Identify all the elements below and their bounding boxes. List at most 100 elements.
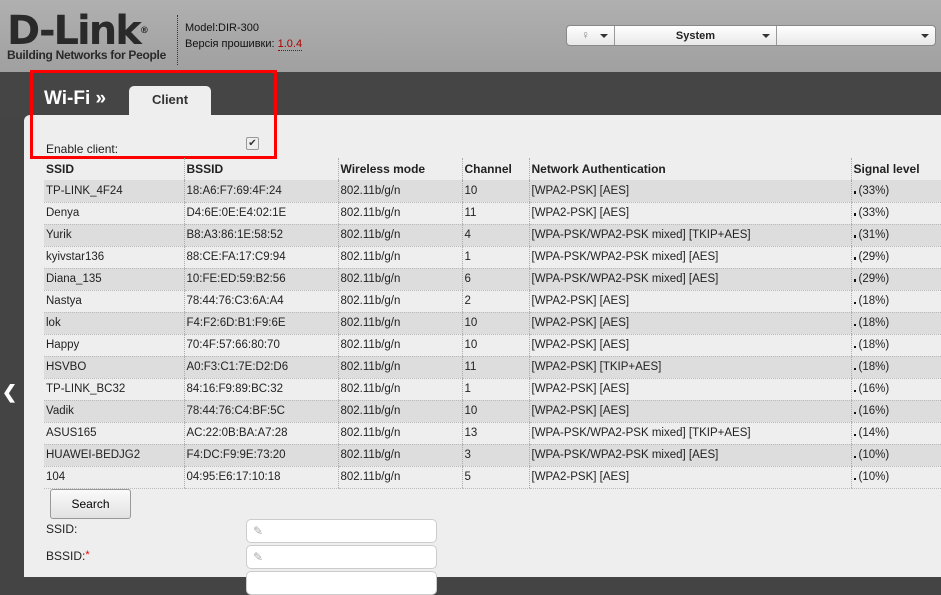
model-value: DIR-300: [218, 22, 259, 34]
signal-bar-icon: [853, 257, 856, 260]
table-cell: (16%): [850, 378, 941, 401]
signal-value: (18%): [858, 339, 890, 351]
table-cell: Happy: [44, 334, 184, 357]
table-cell: 802.11b/g/n: [337, 312, 462, 335]
table-cell: [WPA-PSK/WPA2-PSK mixed] [AES]: [528, 246, 851, 269]
table-cell: 802.11b/g/n: [337, 378, 462, 401]
table-cell: 6: [461, 268, 529, 291]
network-table: SSID BSSID Wireless mode Channel Network Aut…: [44, 158, 941, 489]
table-cell: 802.11b/g/n: [337, 224, 462, 247]
table-cell: 84:16:F9:89:BC:32: [183, 378, 338, 401]
signal-value: (16%): [858, 383, 890, 395]
chevron-down-icon: [600, 34, 608, 38]
table-cell: (10%): [850, 466, 941, 489]
signal-bar-icon: [853, 346, 856, 348]
signal-bar-icon: [853, 478, 856, 480]
signal-value: (18%): [858, 317, 890, 329]
table-row[interactable]: TP-LINK_4F24 18:A6:F7:69:4F:24 802.11b/g/n…: [44, 180, 941, 203]
signal-value: (18%): [858, 361, 890, 373]
column-header: Signal level: [850, 158, 941, 180]
next-input[interactable]: [246, 571, 437, 595]
table-cell: HUAWEI-BEDJG2: [44, 444, 184, 467]
table-cell: F4:DC:F9:9E:73:20: [183, 444, 338, 467]
table-cell: [WPA-PSK/WPA2-PSK mixed] [AES]: [528, 444, 851, 467]
table-cell: Nastya: [44, 290, 184, 313]
table-cell: (33%): [850, 202, 941, 225]
table-row[interactable]: HUAWEI-BEDJG2 F4:DC:F9:9E:73:20 802.11b/g/…: [44, 444, 941, 467]
bssid-input[interactable]: ✎: [246, 545, 437, 569]
column-header: BSSID: [183, 158, 338, 180]
table-cell: 3: [461, 444, 529, 467]
table-row[interactable]: 104 04:95:E6:17:10:18 802.11b/g/n 5 [WPA2-PS…: [44, 466, 941, 489]
table-cell: (18%): [850, 312, 941, 335]
table-row[interactable]: Yurik B8:A3:86:1E:58:52 802.11b/g/n 4 [WPA-P…: [44, 224, 941, 247]
table-cell: 88:CE:FA:17:C9:94: [183, 246, 338, 269]
table-cell: 802.11b/g/n: [337, 400, 462, 423]
signal-bar-icon: [853, 434, 856, 436]
table-cell: (29%): [850, 246, 941, 269]
table-cell: B8:A3:86:1E:58:52: [183, 224, 338, 247]
table-cell: (29%): [850, 268, 941, 291]
table-cell: 13: [461, 422, 529, 445]
table-row[interactable]: Happy 70:4F:57:66:80:70 802.11b/g/n 10 [WPA2…: [44, 334, 941, 357]
signal-bar-icon: [853, 368, 856, 370]
table-cell: 802.11b/g/n: [337, 444, 462, 467]
table-cell: (14%): [850, 422, 941, 445]
search-button[interactable]: Search: [50, 489, 131, 519]
table-row[interactable]: ASUS165 AC:22:0B:BA:A7:28 802.11b/g/n 13 [WP…: [44, 422, 941, 445]
system-label: System: [675, 29, 716, 42]
firmware-label: Версія прошивки:: [185, 38, 275, 50]
bssid-label: BSSID:*: [46, 549, 90, 563]
table-cell: 78:44:76:C3:6A:A4: [183, 290, 338, 313]
language-dropdown[interactable]: [777, 26, 935, 45]
table-row[interactable]: kyivstar136 88:CE:FA:17:C9:94 802.11b/g/n 1…: [44, 246, 941, 269]
table-cell: 4: [461, 224, 529, 247]
table-row[interactable]: Denya D4:6E:0E:E4:02:1E 802.11b/g/n 11 [WPA2…: [44, 202, 941, 225]
table-row[interactable]: lok F4:F2:6D:B1:F9:6E 802.11b/g/n 10 [WPA2-P…: [44, 312, 941, 335]
signal-bar-icon: [853, 190, 856, 194]
signal-value: (10%): [858, 449, 890, 461]
chevron-down-icon: [921, 34, 929, 38]
table-row[interactable]: Vadik 78:44:76:C4:BF:5C 802.11b/g/n 10 [WPA2…: [44, 400, 941, 423]
table-cell: (10%): [850, 444, 941, 467]
signal-bar-icon: [853, 390, 856, 392]
firmware-link[interactable]: 1.0.4: [277, 38, 303, 51]
back-arrow-icon[interactable]: ❮: [2, 382, 17, 403]
model-label: Model:: [185, 22, 219, 34]
table-cell: 802.11b/g/n: [337, 180, 462, 203]
ssid-label: SSID:: [46, 522, 78, 536]
signal-bar-icon: [853, 213, 856, 216]
dlink-logo: D-Link® Building Networks for People: [7, 8, 166, 62]
signal-bar-icon: [853, 302, 856, 304]
table-cell: D4:6E:0E:E4:02:1E: [183, 202, 338, 225]
table-cell: 2: [461, 290, 529, 313]
table-cell: [WPA-PSK/WPA2-PSK mixed] [AES]: [528, 268, 851, 291]
table-cell: [WPA2-PSK] [AES]: [528, 378, 851, 401]
table-cell: 10: [461, 312, 529, 335]
table-cell: Vadik: [44, 400, 184, 423]
logo-tagline: Building Networks for People: [7, 48, 166, 62]
table-cell: Yurik: [44, 224, 184, 247]
signal-bar-icon: [853, 456, 856, 458]
signal-value: (16%): [858, 405, 890, 417]
pencil-icon: ✎: [253, 524, 264, 538]
device-info: Model:DIR-300 Версія прошивки: 1.0.4: [185, 20, 303, 52]
system-dropdown[interactable]: System: [615, 26, 777, 45]
table-cell: (18%): [850, 290, 941, 313]
table-row[interactable]: Diana_135 10:FE:ED:59:B2:56 802.11b/g/n 6 [W…: [44, 268, 941, 291]
table-row[interactable]: TP-LINK_BC32 84:16:F9:89:BC:32 802.11b/g/n…: [44, 378, 941, 401]
signal-value: (29%): [858, 251, 890, 263]
signal-bar-icon: [853, 279, 856, 282]
table-cell: ASUS165: [44, 422, 184, 445]
lightbulb-icon: ♀: [581, 28, 590, 42]
table-row[interactable]: Nastya 78:44:76:C3:6A:A4 802.11b/g/n 2 [WPA2…: [44, 290, 941, 313]
signal-bar-icon: [853, 412, 856, 414]
ssid-input[interactable]: ✎: [246, 519, 437, 543]
notifications-dropdown[interactable]: ♀: [567, 26, 615, 45]
table-cell: 11: [461, 202, 529, 225]
table-cell: 802.11b/g/n: [337, 290, 462, 313]
enable-client-checkbox[interactable]: ✔: [246, 137, 259, 150]
table-row[interactable]: HSVBO A0:F3:C1:7E:D2:D6 802.11b/g/n 11 [WPA2…: [44, 356, 941, 379]
column-header: Network Authentication: [528, 158, 851, 180]
signal-value: (33%): [858, 207, 890, 219]
